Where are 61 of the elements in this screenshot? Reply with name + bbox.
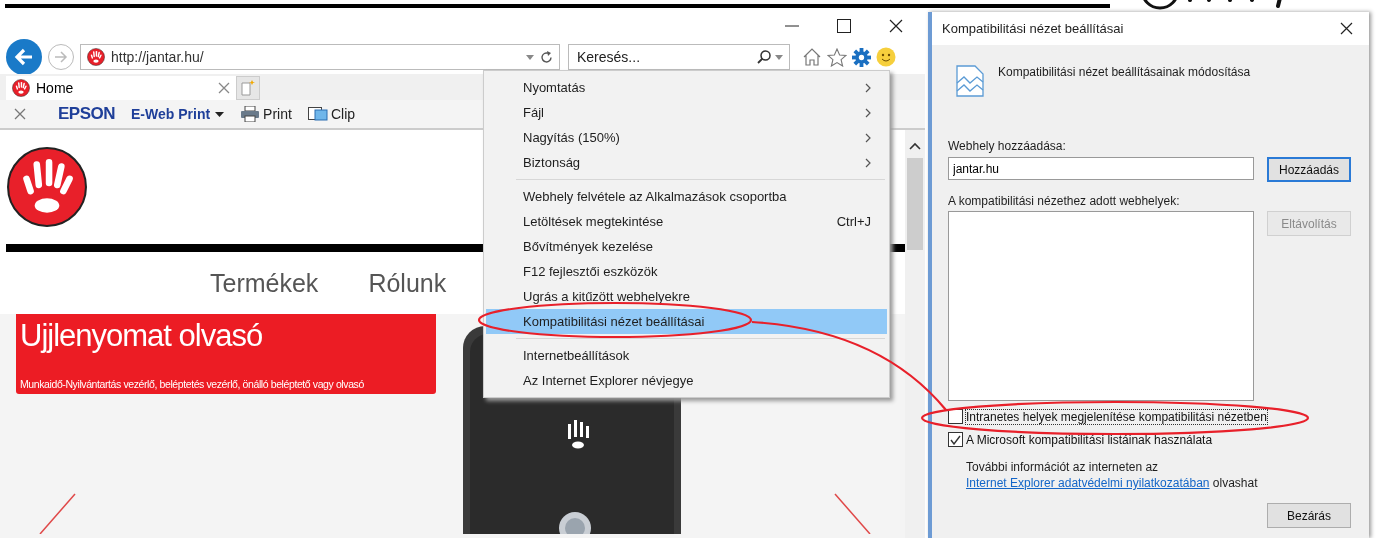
maximize-icon (837, 19, 851, 33)
checkmark-icon (950, 434, 961, 445)
menu-item[interactable]: Nyomtatás (486, 75, 887, 100)
toolbar-button[interactable]: Print (240, 106, 292, 122)
privacy-link[interactable]: Internet Explorer adatvédelmi nyilatkozatában (966, 476, 1210, 490)
close-icon (889, 19, 903, 33)
menu-item[interactable]: Ugrás a kitűzött webhelyekre (486, 284, 887, 309)
add-button[interactable]: Hozzáadás (1267, 157, 1351, 182)
menu-item[interactable]: Internetbeállítások (486, 343, 887, 368)
dialog-heading: Kompatibilitási nézet beállításainak módosítása (998, 65, 1251, 79)
shortcut-label: Ctrl+J (836, 214, 871, 229)
scrollbar-thumb[interactable] (907, 158, 923, 250)
toolbar-button[interactable]: E-Web Print (131, 106, 225, 122)
home-icon[interactable] (802, 48, 822, 66)
nav-link[interactable]: Rólunk (368, 268, 447, 298)
website-field[interactable]: jantar.hu (948, 157, 1254, 180)
close-dialog-button[interactable]: Bezárás (1267, 503, 1351, 528)
banner-title: Ujjlenyomat olvasó (20, 318, 264, 354)
close-icon[interactable] (218, 82, 230, 94)
clip-icon (307, 107, 328, 121)
checkbox[interactable]: A Microsoft kompatibilitási listáinak használata (948, 432, 1351, 447)
menu-item[interactable]: Kompatibilitási nézet beállításai (486, 309, 887, 334)
site-icon (87, 48, 105, 66)
list-label: A kompatibilitási nézethez adott webhelyek: (948, 194, 1181, 208)
document-icon (956, 65, 984, 97)
arrow-icon (54, 51, 68, 63)
search-box[interactable]: Keresés... (568, 44, 790, 70)
menu-item[interactable]: Bővítmények kezelése (486, 234, 887, 259)
info-text: További információt az interneten az Internet Explorer adatvédelmi nyilatkozatában olvashat (966, 459, 1259, 491)
menu-item[interactable]: Nagyítás (150%) (486, 125, 887, 150)
caret-icon (215, 111, 225, 117)
menu-item[interactable]: Biztonság (486, 150, 887, 175)
menu-item[interactable]: Letöltések megtekintése Ctrl+J (486, 209, 887, 234)
brand-logo: EPSON (58, 104, 116, 124)
nav-link[interactable]: Termékek (210, 268, 319, 298)
arrow-icon (14, 48, 34, 66)
star-icon[interactable] (827, 47, 847, 67)
smiley-icon[interactable] (876, 47, 896, 67)
dropdown-icon[interactable] (775, 54, 783, 60)
scroll-up-icon[interactable] (909, 142, 921, 150)
toolbar-button[interactable]: Clip (307, 106, 356, 122)
menu-item[interactable]: Webhely felvétele az Alkalmazások csoportba (486, 184, 887, 209)
menu-item[interactable]: F12 fejlesztői eszközök (486, 259, 887, 284)
field-label: Webhely hozzáadása: (948, 139, 1067, 153)
dialog-title: Kompatibilitási nézet beállításai (942, 21, 1124, 36)
address-field[interactable]: http://jantar.hu/ (80, 44, 560, 70)
printer-icon (240, 106, 261, 122)
search-icon[interactable] (757, 50, 771, 64)
site-icon (12, 79, 30, 97)
menu-item[interactable]: Az Internet Explorer névjegye (486, 368, 887, 393)
banner-subtitle: Munkaidő-Nyilvántartás vezérlő, beléptetés vezérlő, önálló beléptető vagy olvasó (20, 378, 365, 390)
close-icon (1339, 22, 1353, 35)
browser-tab[interactable]: Home (6, 76, 236, 100)
settings-icon[interactable] (852, 47, 871, 67)
menu-item[interactable]: Fájl (486, 100, 887, 125)
close-icon[interactable] (14, 108, 26, 120)
refresh-icon[interactable] (540, 50, 553, 64)
back-button[interactable] (6, 39, 42, 75)
scrollbar[interactable] (905, 130, 925, 538)
checkbox[interactable]: Intranetes helyek megjelenítése kompatibilitási nézetben (948, 409, 1351, 424)
dropdown-icon[interactable] (526, 54, 534, 60)
